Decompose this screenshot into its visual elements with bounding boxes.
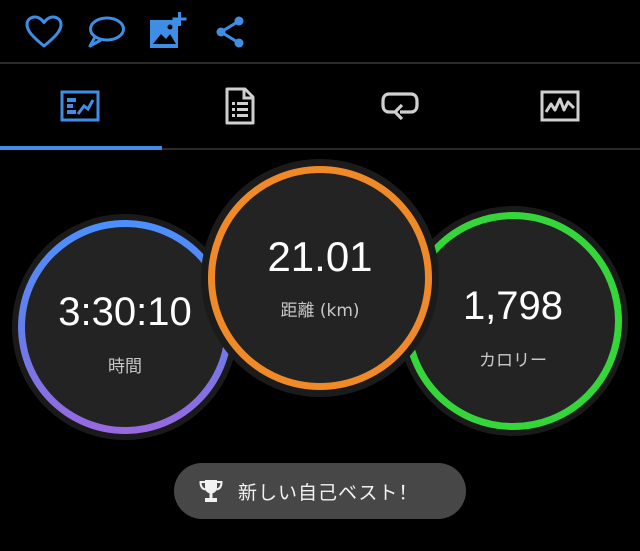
distance-label: 距離 (km) bbox=[280, 300, 360, 321]
distance-value: 21.01 bbox=[267, 232, 373, 280]
trophy-icon bbox=[198, 478, 224, 504]
selected-tab-indicator bbox=[0, 146, 162, 150]
tab-bar bbox=[0, 64, 640, 148]
calories-metric-ring: 1,798 カロリー bbox=[404, 212, 622, 430]
add-photo-button[interactable] bbox=[148, 12, 188, 52]
tab-laps[interactable] bbox=[320, 64, 480, 148]
personal-record-badge[interactable]: 新しい自己ベスト！ bbox=[174, 463, 466, 519]
tab-charts[interactable] bbox=[480, 64, 640, 148]
heart-icon bbox=[25, 15, 63, 48]
comment-button[interactable] bbox=[86, 12, 126, 52]
time-value: 3:30:10 bbox=[58, 289, 192, 334]
calories-value: 1,798 bbox=[462, 283, 564, 328]
laps-icon bbox=[381, 92, 419, 121]
like-button[interactable] bbox=[24, 12, 64, 52]
calories-label: カロリー bbox=[479, 350, 547, 371]
charts-icon bbox=[540, 90, 580, 122]
tab-details[interactable] bbox=[160, 64, 320, 148]
distance-metric-ring: 21.01 距離 (km) bbox=[208, 166, 432, 390]
time-label: 時間 bbox=[108, 356, 142, 377]
details-list-icon bbox=[225, 87, 255, 125]
tab-stats-summary[interactable] bbox=[0, 64, 160, 148]
personal-record-text: 新しい自己ベスト！ bbox=[238, 481, 419, 504]
add-photo-icon bbox=[150, 12, 187, 48]
share-icon bbox=[216, 16, 244, 48]
share-button[interactable] bbox=[210, 12, 250, 52]
action-bar bbox=[0, 0, 640, 62]
comment-icon bbox=[88, 16, 125, 48]
stats-summary-icon bbox=[60, 90, 100, 122]
time-metric-ring: 3:30:10 時間 bbox=[18, 220, 232, 434]
